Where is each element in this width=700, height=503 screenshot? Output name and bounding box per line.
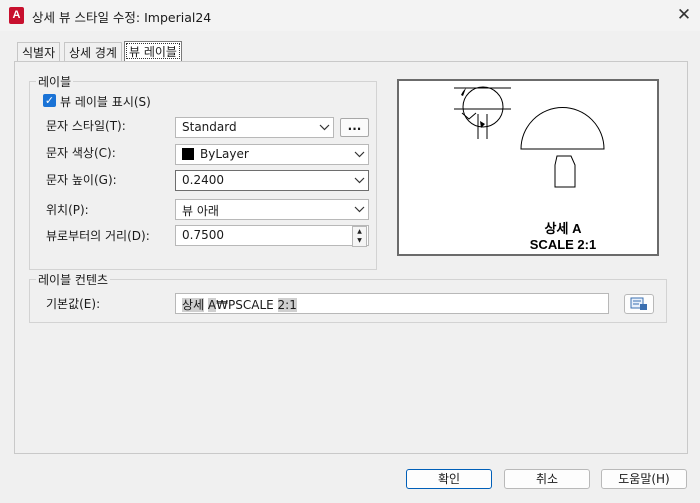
distance-label: 뷰로부터의 거리(D): xyxy=(46,229,150,243)
position-label: 위치(P): xyxy=(46,203,89,217)
preview-caption-line2: SCALE 2:1 xyxy=(530,237,596,252)
show-label-text: 뷰 레이블 표시(S) xyxy=(60,95,151,109)
text-color-select[interactable]: ByLayer xyxy=(175,144,369,165)
tab-identifier[interactable]: 식별자 xyxy=(17,42,61,61)
color-swatch xyxy=(182,148,194,160)
chevron-down-icon xyxy=(319,124,330,131)
spin-up-icon[interactable]: ▲ xyxy=(353,227,366,236)
window-title: 상세 뷰 스타일 수정: Imperial24 xyxy=(32,10,212,25)
field-token: 2:1 xyxy=(277,298,297,312)
text-height-label: 문자 높이(G): xyxy=(46,173,117,187)
text-height-combo[interactable]: 0.2400 xyxy=(175,170,369,191)
text-height-value: 0.2400 xyxy=(182,173,224,187)
spin-down-icon[interactable]: ▼ xyxy=(353,236,366,245)
text-style-value: Standard xyxy=(182,120,237,134)
preview-caption-line1: 상세 A xyxy=(545,221,583,236)
label-group-title: 레이블 xyxy=(36,73,74,90)
autocad-app-icon: A xyxy=(9,7,24,24)
tab-detail-boundary[interactable]: 상세 경계 xyxy=(64,42,122,61)
browse-text-style-button[interactable]: ... xyxy=(340,118,369,137)
detail-view-preview-drawing: 상세 A SCALE 2:1 xyxy=(454,86,605,252)
text-color-value: ByLayer xyxy=(200,147,249,161)
help-button[interactable]: 도움말(H) xyxy=(601,469,687,489)
label-contents-group-title: 레이블 컨텐츠 xyxy=(36,271,111,288)
distance-spinner: ▲ ▼ xyxy=(352,226,367,247)
distance-value: 0.7500 xyxy=(182,228,224,242)
field-text: ₩PSCALE xyxy=(216,298,278,312)
position-value: 뷰 아래 xyxy=(182,204,219,218)
text-style-label: 문자 스타일(T): xyxy=(46,119,126,133)
default-value-input[interactable]: 상세 A₩PSCALE 2:1 xyxy=(175,293,609,314)
show-label-checkbox[interactable]: ✓ xyxy=(43,94,56,107)
close-icon[interactable]: ✕ xyxy=(671,3,697,27)
chevron-down-icon xyxy=(354,151,365,158)
distance-input[interactable]: 0.7500 xyxy=(175,225,369,246)
insert-field-icon xyxy=(630,297,647,310)
cancel-button[interactable]: 취소 xyxy=(504,469,590,489)
chevron-down-icon xyxy=(354,177,365,184)
default-value-label: 기본값(E): xyxy=(46,297,101,311)
preview-pane: 상세 A SCALE 2:1 xyxy=(397,79,659,256)
field-token: A xyxy=(207,298,217,312)
field-token: 상세 xyxy=(182,298,205,312)
insert-field-button[interactable] xyxy=(624,294,654,314)
position-select[interactable]: 뷰 아래 xyxy=(175,199,369,220)
text-color-label: 문자 색상(C): xyxy=(46,146,116,160)
text-style-select[interactable]: Standard xyxy=(175,117,334,138)
tab-view-label[interactable]: 뷰 레이블 xyxy=(124,41,182,61)
chevron-down-icon xyxy=(354,206,365,213)
ok-button[interactable]: 확인 xyxy=(406,469,492,489)
